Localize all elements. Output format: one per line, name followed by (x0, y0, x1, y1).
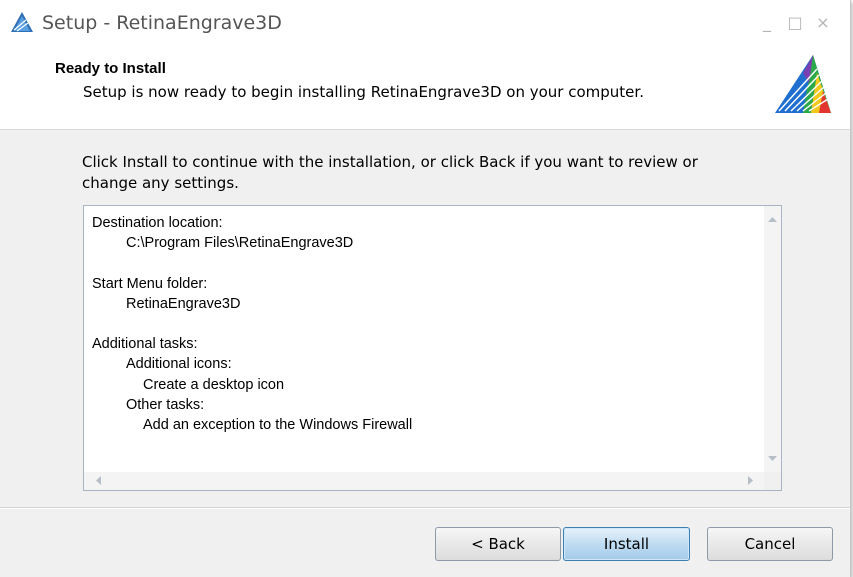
icons-group-label: Additional icons: (126, 356, 232, 373)
cancel-button[interactable]: Cancel (707, 527, 833, 561)
instructions-line: Click Install to continue with the insta… (82, 153, 698, 171)
scroll-up-arrow-icon[interactable] (767, 214, 778, 225)
back-button[interactable]: < Back (435, 527, 561, 561)
close-icon[interactable]: × (812, 12, 834, 34)
instructions-text: Click Install to continue with the insta… (82, 152, 782, 194)
scroll-right-arrow-icon[interactable] (745, 475, 756, 486)
startmenu-value: RetinaEngrave3D (126, 295, 241, 312)
scrollbar-corner (764, 472, 781, 490)
maximize-icon[interactable]: □ (784, 12, 806, 34)
other-group-label: Other tasks: (126, 396, 205, 413)
setup-dialog: Setup - RetinaEngrave3D _ □ × Ready to I… (0, 0, 851, 577)
tasks-label: Additional tasks: (92, 336, 198, 353)
title-bar[interactable]: Setup - RetinaEngrave3D _ □ × (0, 0, 850, 45)
instructions-line: change any settings. (82, 174, 239, 192)
icons-task-item: Create a desktop icon (143, 376, 285, 393)
retinaengrave-logo-icon (11, 12, 33, 32)
horizontal-scrollbar[interactable] (84, 472, 764, 490)
install-button[interactable]: Install (563, 527, 690, 561)
destination-value: C:\Program Files\RetinaEngrave3D (126, 235, 354, 252)
wizard-header: Ready to Install Setup is now ready to b… (0, 45, 850, 130)
other-task-item: Add an exception to the Windows Firewall (143, 416, 413, 433)
retinaengrave-logo-icon (775, 55, 831, 113)
install-summary-memo[interactable]: Destination location: C:\Program Files\R… (83, 205, 782, 491)
window-title: Setup - RetinaEngrave3D (42, 12, 282, 34)
page-title: Ready to Install (55, 60, 166, 77)
summary-content: Destination location: C:\Program Files\R… (92, 213, 752, 435)
scroll-left-arrow-icon[interactable] (93, 475, 104, 486)
page-subtitle: Setup is now ready to begin installing R… (83, 83, 644, 101)
vertical-scrollbar[interactable] (764, 206, 781, 472)
startmenu-label: Start Menu folder: (92, 275, 208, 292)
minimize-icon[interactable]: _ (756, 12, 778, 34)
footer-divider (0, 507, 850, 509)
scroll-down-arrow-icon[interactable] (767, 453, 778, 464)
destination-label: Destination location: (92, 215, 223, 231)
